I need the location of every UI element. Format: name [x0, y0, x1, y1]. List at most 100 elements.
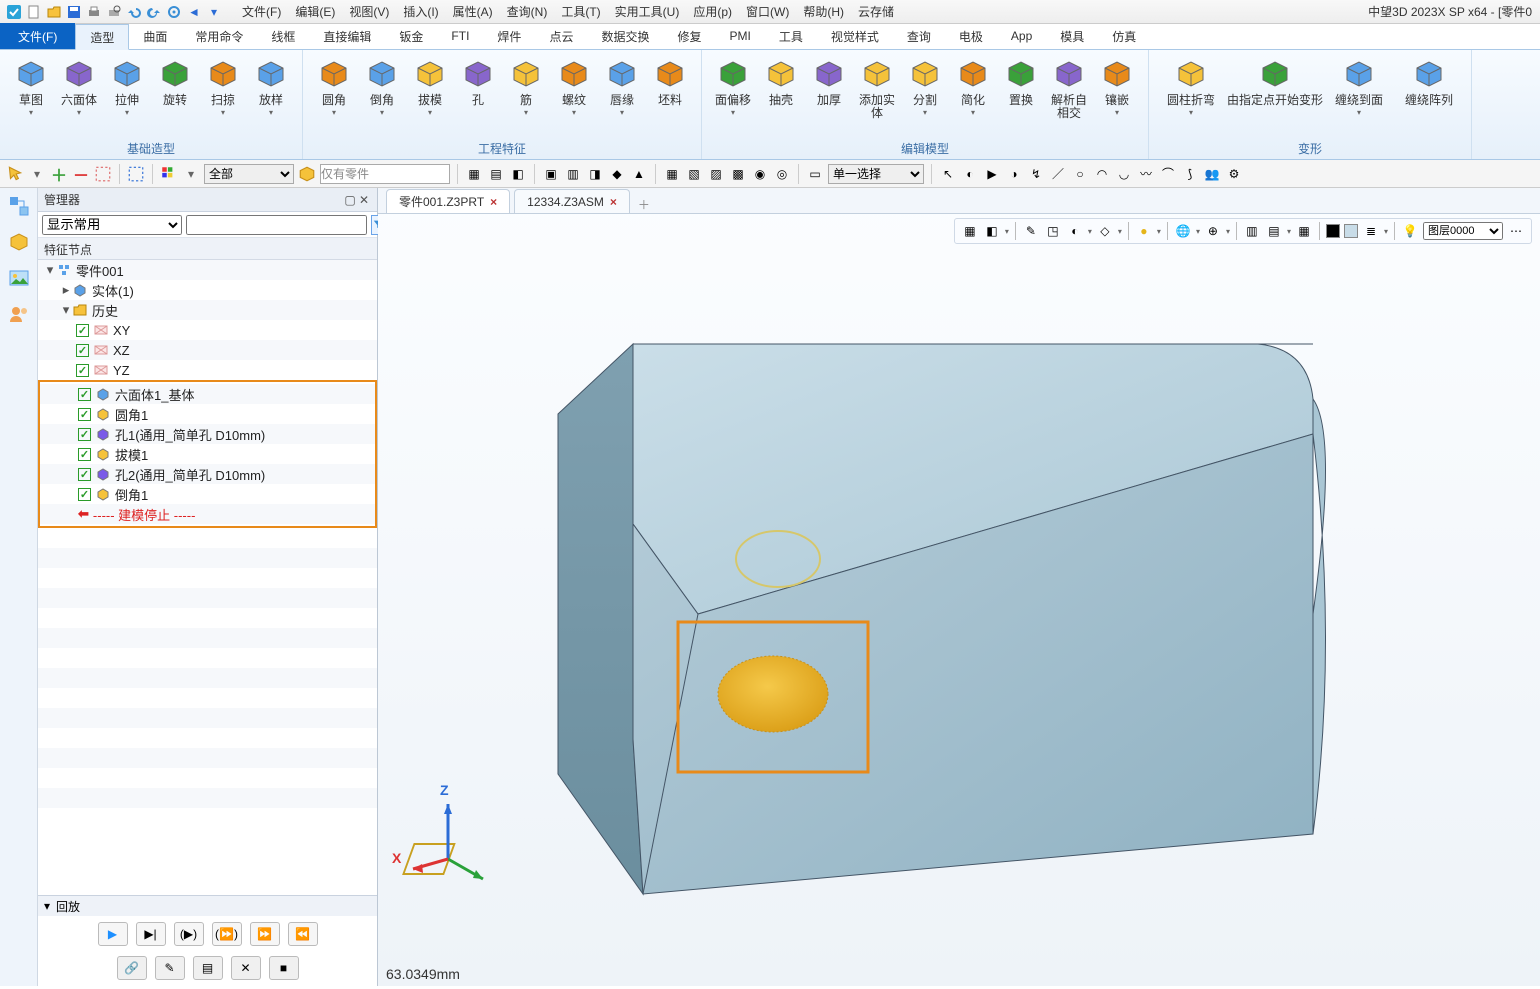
menu-file[interactable]: 文件(F)	[242, 3, 281, 20]
step-fwd-button[interactable]: ▶|	[136, 922, 166, 946]
checkbox-icon[interactable]: ✓	[78, 468, 91, 481]
menu-edit[interactable]: 编辑(E)	[295, 3, 335, 20]
select-box-icon[interactable]	[94, 165, 112, 183]
ff-button[interactable]: ⏩	[250, 922, 280, 946]
cube-icon[interactable]	[298, 165, 316, 183]
users-icon[interactable]	[7, 302, 31, 326]
tool-icon[interactable]: ▦	[465, 165, 483, 183]
ribbon-button[interactable]: 由指定点开始变形	[1227, 54, 1323, 107]
chevron-down-icon[interactable]: ▾	[28, 165, 46, 183]
ribbon-button[interactable]: 唇缘▾	[599, 54, 645, 117]
tool-icon[interactable]: ▧	[685, 165, 703, 183]
tool-icon[interactable]: ▣	[542, 165, 560, 183]
checkbox-icon[interactable]: ✓	[76, 324, 89, 337]
tool-icon[interactable]: ◎	[773, 165, 791, 183]
tree-row[interactable]: ✓六面体1_基体	[40, 384, 375, 404]
cursor-icon[interactable]: ↖	[939, 165, 957, 183]
tree-row[interactable]: ✓圆角1	[40, 404, 375, 424]
settings-icon[interactable]	[166, 4, 182, 20]
collapse-icon[interactable]: ▾	[60, 302, 72, 318]
nav-left-icon[interactable]: ◄	[186, 4, 202, 20]
tool-icon[interactable]: ▤	[487, 165, 505, 183]
ribbon-button[interactable]: 解析自相交	[1046, 54, 1092, 120]
menu-view[interactable]: 视图(V)	[349, 3, 389, 20]
tree-row[interactable]: ✓孔1(通用_简单孔 D10mm)	[40, 424, 375, 444]
checkbox-icon[interactable]: ✓	[76, 364, 89, 377]
tree-row[interactable]: ✓YZ	[38, 360, 377, 380]
rew-button[interactable]: ⏪	[288, 922, 318, 946]
ribbon-tab[interactable]: 常用命令	[181, 23, 257, 49]
tool-icon[interactable]: ▲	[630, 165, 648, 183]
tool-icon[interactable]: ◆	[608, 165, 626, 183]
close-icon[interactable]: ✕	[357, 193, 371, 207]
people-icon[interactable]: 👥	[1203, 165, 1221, 183]
ribbon-button[interactable]: 拔模▾	[407, 54, 453, 117]
menu-window[interactable]: 窗口(W)	[746, 3, 789, 20]
ribbon-button[interactable]: 圆柱折弯▾	[1157, 54, 1225, 117]
tool-icon[interactable]: ◉	[751, 165, 769, 183]
ribbon-tab[interactable]: 曲面	[129, 23, 181, 49]
add-icon[interactable]: ＋	[50, 165, 68, 183]
pointer-icon[interactable]	[6, 165, 24, 183]
ribbon-tab[interactable]: 模具	[1046, 23, 1098, 49]
menu-app[interactable]: 应用(p)	[693, 3, 732, 20]
spline-icon[interactable]: 〰	[1137, 165, 1155, 183]
add-tab-button[interactable]: ＋	[634, 196, 654, 213]
pencil-icon[interactable]: ✎	[155, 956, 185, 980]
arc-icon[interactable]: ◠	[1093, 165, 1111, 183]
tool-icon[interactable]: ◧	[509, 165, 527, 183]
document-tab[interactable]: 零件001.Z3PRT×	[386, 189, 510, 213]
orbit-icon[interactable]: ◐	[961, 165, 979, 183]
arc2-icon[interactable]: ◡	[1115, 165, 1133, 183]
ribbon-button[interactable]: 添加实体	[854, 54, 900, 120]
print-preview-icon[interactable]	[106, 4, 122, 20]
menu-cloud[interactable]: 云存储	[858, 3, 894, 20]
play-icon[interactable]: ▶	[983, 165, 1001, 183]
ribbon-tab[interactable]: 钣金	[385, 23, 437, 49]
ribbon-tab[interactable]: 直接编辑	[309, 23, 385, 49]
ribbon-button[interactable]: 加厚	[806, 54, 852, 107]
ribbon-button[interactable]: 简化▾	[950, 54, 996, 117]
expand-icon[interactable]: ▸	[60, 282, 72, 298]
ribbon-button[interactable]: 六面体▾	[56, 54, 102, 117]
ribbon-tab[interactable]: 视觉样式	[817, 23, 893, 49]
ribbon-button[interactable]: 缠绕阵列	[1395, 54, 1463, 107]
close-icon[interactable]: ×	[610, 195, 617, 209]
tree-row[interactable]: ▾历史	[38, 300, 377, 320]
redo-icon[interactable]	[146, 4, 162, 20]
ribbon-tab[interactable]: 电极	[945, 23, 997, 49]
menu-insert[interactable]: 插入(I)	[403, 3, 438, 20]
nav-dd-icon[interactable]: ▾	[206, 4, 222, 20]
ribbon-button[interactable]: 置换	[998, 54, 1044, 107]
tool-icon[interactable]: ▭	[806, 165, 824, 183]
print-icon[interactable]	[86, 4, 102, 20]
color-filter-icon[interactable]	[160, 165, 178, 183]
app-icon[interactable]	[6, 4, 22, 20]
collapse-icon[interactable]: ▾	[44, 899, 50, 913]
gear-icon[interactable]: ⚙	[1225, 165, 1243, 183]
tree-row[interactable]: ▸实体(1)	[38, 280, 377, 300]
document-tab[interactable]: 12334.Z3ASM×	[514, 189, 630, 213]
ribbon-button[interactable]: 筋▾	[503, 54, 549, 117]
menu-tools[interactable]: 工具(T)	[561, 3, 600, 20]
delete-icon[interactable]: ✕	[231, 956, 261, 980]
line-icon[interactable]: ／	[1049, 165, 1067, 183]
ribbon-button[interactable]: 孔	[455, 54, 501, 107]
close-icon[interactable]: ×	[490, 195, 497, 209]
checkbox-icon[interactable]: ✓	[78, 388, 91, 401]
ribbon-button[interactable]: 螺纹▾	[551, 54, 597, 117]
tool-icon[interactable]: ▨	[707, 165, 725, 183]
checkbox-icon[interactable]: ✓	[78, 488, 91, 501]
save-icon[interactable]	[66, 4, 82, 20]
ribbon-tab[interactable]: 查询	[893, 23, 945, 49]
remove-icon[interactable]: －	[72, 165, 90, 183]
tree-row[interactable]: ✓XY	[38, 320, 377, 340]
chevron-down-icon[interactable]: ▾	[182, 165, 200, 183]
ribbon-button[interactable]: 面偏移▾	[710, 54, 756, 117]
model-canvas[interactable]	[378, 214, 1540, 986]
menu-attr[interactable]: 属性(A)	[453, 3, 493, 20]
menu-help[interactable]: 帮助(H)	[803, 3, 844, 20]
ribbon-file-tab[interactable]: 文件(F)	[0, 23, 75, 49]
skip-fwd-button[interactable]: (▶)	[174, 922, 204, 946]
checkbox-icon[interactable]: ✓	[78, 448, 91, 461]
